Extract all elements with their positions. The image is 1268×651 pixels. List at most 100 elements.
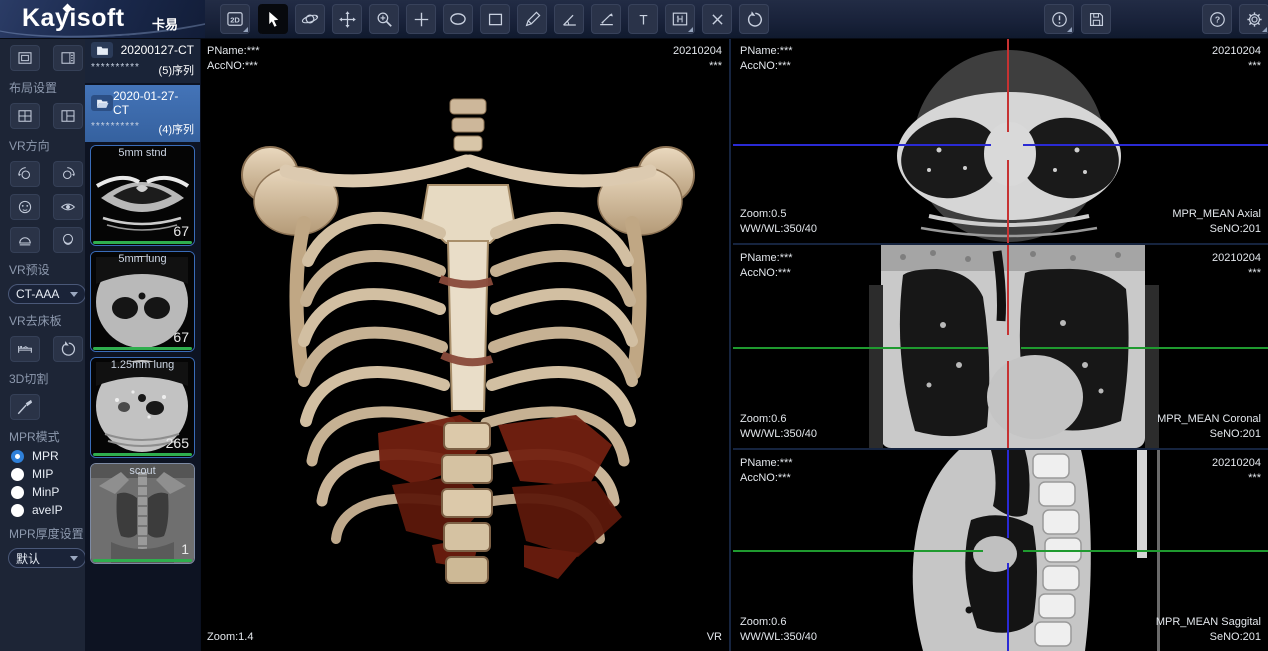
progress-bar bbox=[93, 453, 192, 456]
radio-selected-icon bbox=[11, 450, 24, 463]
coronal-crosshair-vertical[interactable] bbox=[1007, 361, 1009, 448]
viewport-coronal[interactable]: PName:*** AccNO:*** 20210204 *** Zoom:0.… bbox=[733, 245, 1268, 448]
progress-bar bbox=[93, 241, 192, 244]
top-toolbar: Kayisoft 卡易 2D bbox=[0, 0, 1268, 39]
sagittal-crosshair-horizontal[interactable] bbox=[1023, 550, 1268, 552]
cursor-icon bbox=[264, 10, 282, 28]
angle-tool-button[interactable] bbox=[554, 4, 584, 34]
vr-face-front-button[interactable] bbox=[10, 194, 40, 220]
zoom-tool-button[interactable] bbox=[369, 4, 399, 34]
info-button[interactable] bbox=[1044, 4, 1074, 34]
vr-ribcage-rendering bbox=[228, 93, 708, 643]
dropdown-corner-badge bbox=[688, 27, 693, 32]
sagittal-crosshair-vertical[interactable] bbox=[1007, 563, 1009, 651]
layout-single-button[interactable] bbox=[10, 45, 40, 71]
radio-icon bbox=[11, 468, 24, 481]
mpr-thickness-label: MPR厚度设置 bbox=[0, 517, 85, 542]
layout-1-plus-2-icon bbox=[59, 107, 77, 125]
coronal-crosshair-vertical[interactable] bbox=[1007, 245, 1009, 335]
vr-rotate-head-right-button[interactable] bbox=[53, 161, 83, 187]
save-button[interactable] bbox=[1081, 4, 1111, 34]
mpr-mode-option-mip[interactable]: MIP bbox=[0, 463, 85, 481]
2d-view-button[interactable]: 2D bbox=[220, 4, 250, 34]
crosshair-icon bbox=[412, 10, 431, 29]
axial-zoom-overlay: Zoom:0.5 WW/WL:350/40 bbox=[740, 207, 817, 237]
mpr-mode-option-mpr[interactable]: MPR bbox=[0, 445, 85, 463]
axial-crosshair-vertical[interactable] bbox=[1007, 160, 1009, 243]
eye-icon bbox=[59, 198, 77, 216]
sagittal-crosshair-horizontal[interactable] bbox=[733, 550, 983, 552]
vr-head-bottom-button[interactable] bbox=[53, 227, 83, 253]
layout-grid-2x2-button[interactable] bbox=[10, 103, 40, 129]
reset-icon bbox=[59, 340, 77, 358]
series-thumbnail-scout[interactable]: scout 1 bbox=[90, 463, 195, 564]
series-thumbnail-5mm-stnd[interactable]: 5mm stnd 67 bbox=[90, 145, 195, 246]
coronal-crosshair-horizontal[interactable] bbox=[1021, 347, 1268, 349]
bed-reset-button[interactable] bbox=[53, 336, 83, 362]
remove-bed-button[interactable] bbox=[10, 336, 40, 362]
pan-icon bbox=[338, 10, 357, 29]
svg-text:2D: 2D bbox=[230, 15, 240, 24]
vr-rotate-head-left-button[interactable] bbox=[10, 161, 40, 187]
progress-bar bbox=[93, 559, 192, 562]
mpr-mode-option-minp[interactable]: MinP bbox=[0, 481, 85, 499]
series-count: (4)序列 bbox=[159, 121, 194, 137]
sagittal-date-overlay: 20210204 *** bbox=[1212, 456, 1261, 486]
delete-annotation-button[interactable] bbox=[702, 4, 732, 34]
vr-preset-value: CT-AAA bbox=[16, 287, 59, 301]
text-annotation-button[interactable]: T bbox=[628, 4, 658, 34]
svg-text:T: T bbox=[639, 12, 647, 27]
study-item-selected[interactable]: 2020-01-27-CT ********** (4)序列 bbox=[85, 85, 200, 142]
reset-view-button[interactable] bbox=[739, 4, 769, 34]
sagittal-series-overlay: MPR_MEAN Saggital SeNO:201 bbox=[1156, 615, 1261, 645]
text-annotation-icon: T bbox=[634, 10, 653, 29]
help-button[interactable]: ? bbox=[1202, 4, 1232, 34]
xray-thumbnail-image bbox=[91, 464, 194, 563]
ruler-tool-button[interactable] bbox=[665, 4, 695, 34]
axial-date-overlay: 20210204 *** bbox=[1212, 44, 1261, 74]
folder-open-icon bbox=[91, 95, 113, 111]
head-chin-icon bbox=[59, 231, 77, 249]
study-item[interactable]: 20200127-CT ********** (5)序列 bbox=[85, 38, 200, 83]
vr-direction-label: VR方向 bbox=[0, 129, 85, 154]
coronal-crosshair-horizontal[interactable] bbox=[733, 347, 988, 349]
crosshair-tool-button[interactable] bbox=[406, 4, 436, 34]
viewport-sagittal[interactable]: PName:*** AccNO:*** 20210204 *** Zoom:0.… bbox=[733, 450, 1268, 651]
dropdown-corner-badge bbox=[243, 27, 248, 32]
series-thumbnail-5mm-lung[interactable]: 5mm lung 67 bbox=[90, 251, 195, 352]
cobb-angle-tool-button[interactable] bbox=[591, 4, 621, 34]
save-icon bbox=[1087, 10, 1106, 29]
mpr-mode-option-aveip[interactable]: aveIP bbox=[0, 499, 85, 517]
layout-section-label: 布局设置 bbox=[0, 71, 85, 96]
sagittal-crosshair-vertical[interactable] bbox=[1007, 450, 1009, 538]
coronal-series-overlay: MPR_MEAN Coronal SeNO:201 bbox=[1157, 412, 1261, 442]
reset-icon bbox=[745, 10, 764, 29]
viewport-vr[interactable]: PName:*** AccNO:*** 20210204 *** Zoom:1.… bbox=[200, 38, 731, 651]
pan-tool-button[interactable] bbox=[332, 4, 362, 34]
axial-crosshair-horizontal[interactable] bbox=[1023, 144, 1268, 146]
gear-icon bbox=[1245, 10, 1264, 29]
series-thumbnail-125mm-lung[interactable]: 1.25mm lung 265 bbox=[90, 357, 195, 458]
vr-bed-removal-label: VR去床板 bbox=[0, 304, 85, 329]
head-rotate-right-icon bbox=[59, 165, 77, 183]
viewport-axial[interactable]: PName:*** AccNO:*** 20210204 *** Zoom:0.… bbox=[733, 38, 1268, 243]
rotate-3d-tool-button[interactable] bbox=[295, 4, 325, 34]
layout-side-panel-button[interactable] bbox=[53, 45, 83, 71]
mpr-thickness-select[interactable]: 默认 bbox=[8, 548, 86, 568]
axial-patient-overlay: PName:*** AccNO:*** bbox=[740, 44, 793, 74]
cut-3d-button[interactable] bbox=[10, 394, 40, 420]
cursor-tool-button[interactable] bbox=[258, 4, 288, 34]
panel-separator bbox=[733, 448, 1268, 450]
ellipse-roi-button[interactable] bbox=[443, 4, 473, 34]
settings-button[interactable] bbox=[1239, 4, 1268, 34]
axial-crosshair-vertical[interactable] bbox=[1007, 38, 1009, 132]
layout-1-plus-2-button[interactable] bbox=[53, 103, 83, 129]
ruler-icon bbox=[670, 9, 690, 29]
vr-head-top-button[interactable] bbox=[10, 227, 40, 253]
pencil-tool-button[interactable] bbox=[517, 4, 547, 34]
axial-crosshair-horizontal[interactable] bbox=[733, 144, 991, 146]
bed-icon bbox=[16, 340, 34, 358]
vr-preset-select[interactable]: CT-AAA bbox=[8, 284, 86, 304]
rect-roi-button[interactable] bbox=[480, 4, 510, 34]
vr-face-back-button[interactable] bbox=[53, 194, 83, 220]
